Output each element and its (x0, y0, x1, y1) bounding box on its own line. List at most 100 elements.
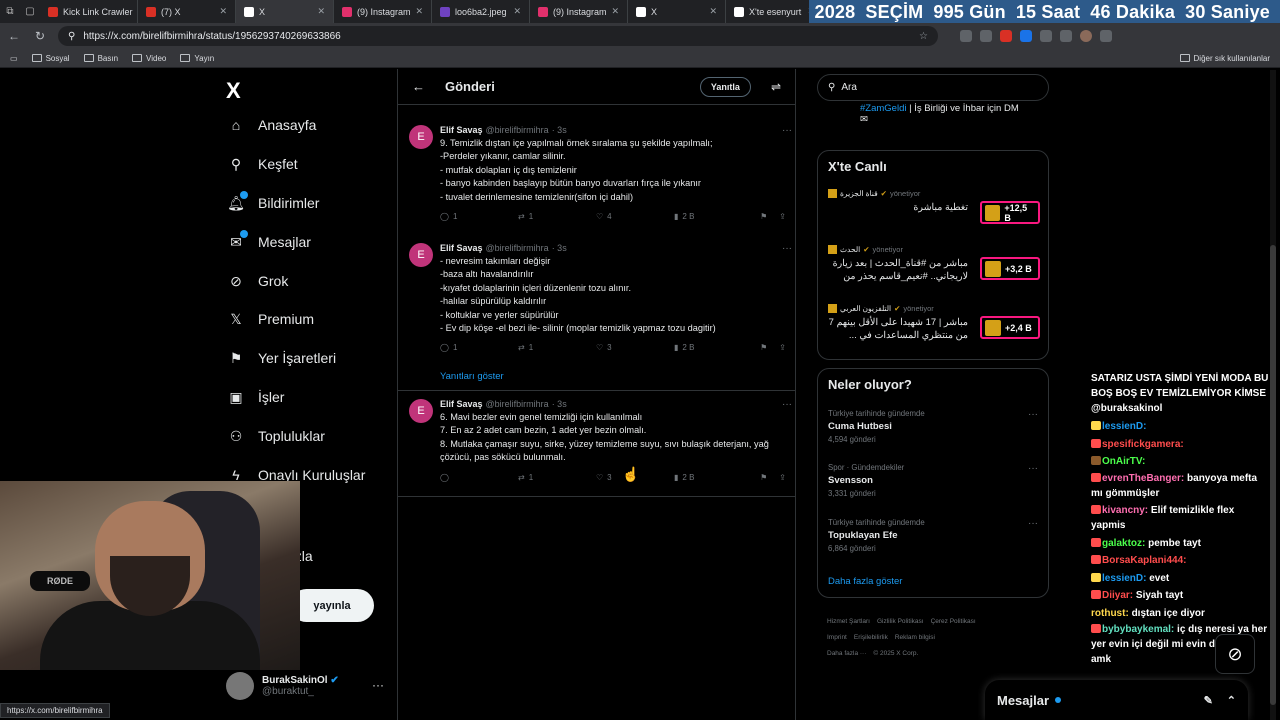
views-action[interactable]: ▮ 2 B (674, 343, 752, 352)
views-action[interactable]: ▮ 2 B (674, 212, 752, 221)
trend-more-icon[interactable]: ··· (1028, 463, 1038, 474)
footer-link[interactable]: © 2025 X Corp. (873, 650, 918, 657)
bookmark-folder[interactable]: Video (132, 54, 166, 63)
back-arrow-icon[interactable]: ← (412, 79, 425, 94)
grok-icon[interactable]: ⊘ (1215, 634, 1255, 674)
nav-item-6[interactable]: 𝕏 Premium (228, 311, 314, 328)
profile-avatar-icon[interactable] (1080, 30, 1092, 42)
tweet-avatar[interactable]: E (409, 125, 433, 149)
reload-icon[interactable]: ↻ (32, 29, 48, 43)
footer-link[interactable]: Gizlilik Politikası (877, 618, 924, 625)
x-logo-icon[interactable]: X (226, 78, 241, 104)
extension-icon[interactable] (1040, 30, 1052, 42)
browser-tab[interactable]: (7) X ✕ (138, 0, 236, 23)
nav-item-4[interactable]: ✉ Mesajlar (228, 230, 311, 250)
share-icon[interactable]: ⇪ (779, 473, 786, 482)
browser-tab[interactable]: loo6ba2.jpeg ✕ (432, 0, 530, 23)
url-field[interactable]: ⚲ https://x.com/birelifbirmihra/status/1… (58, 26, 938, 46)
account-switcher[interactable]: BurakSakinOl ✔ @buraktut_ (226, 672, 339, 700)
browser-tab[interactable]: X ✕ (236, 0, 334, 23)
bookmark-icon[interactable]: ⚑ (760, 343, 767, 352)
expand-icon[interactable]: ⌃ (1227, 694, 1236, 707)
tweet-author-name[interactable]: Elif Savaş (440, 243, 483, 253)
footer-link[interactable]: Imprint (827, 634, 847, 641)
browser-tab[interactable]: Kick Link Crawler ✕ (40, 0, 138, 23)
bookmark-star-icon[interactable]: ☆ (919, 31, 928, 42)
messages-drawer[interactable]: Mesajlar ✎ ⌃ (985, 680, 1248, 720)
extension-icon[interactable] (1020, 30, 1032, 42)
trend-more-icon[interactable]: ··· (1028, 409, 1038, 420)
repost-action[interactable]: ⇄ 1 (518, 343, 596, 352)
reply-action[interactable]: ◯ 1 (440, 212, 518, 221)
browser-tab[interactable]: (9) Instagram ✕ (530, 0, 628, 23)
promo-hashtag[interactable]: #ZamGeldi (860, 103, 906, 114)
live-listeners-badge[interactable]: +12,5 B (980, 201, 1040, 224)
nav-item-3[interactable]: 🔔︎ Bildirimler (227, 191, 319, 211)
extension-icon[interactable] (960, 30, 972, 42)
scrollbar-thumb[interactable] (1270, 245, 1276, 705)
reply-action[interactable]: ◯ (440, 473, 518, 482)
bookmark-folder[interactable]: Yayın (180, 54, 214, 63)
footer-link[interactable]: Erişilebilirlik (854, 634, 888, 641)
extension-icon[interactable] (980, 30, 992, 42)
live-item[interactable]: قناة الجزيرة ✔ yönetiyor تغطية مباشرة +12,… (828, 189, 1040, 224)
bookmark-folder[interactable]: Basın (83, 54, 118, 63)
repost-action[interactable]: ⇄ 1 (518, 212, 596, 221)
extension-icon[interactable] (1060, 30, 1072, 42)
sort-settings-icon[interactable]: ⇌ (771, 80, 781, 94)
nav-item-5[interactable]: ⊘ Grok (228, 273, 288, 290)
show-more-link[interactable]: Daha fazla göster (828, 576, 902, 587)
tweet-author-handle[interactable]: @birelifbirmihra (486, 125, 549, 135)
reply-button[interactable]: Yanıtla (699, 76, 751, 97)
tweet-avatar[interactable]: E (409, 399, 433, 423)
share-icon[interactable]: ⇪ (779, 212, 786, 221)
bookmark-icon[interactable]: ⚑ (760, 212, 767, 221)
extension-icon[interactable] (1000, 30, 1012, 42)
nav-item-8[interactable]: ▣ İşler (228, 389, 284, 406)
tweet-avatar[interactable]: E (409, 243, 433, 267)
close-tab-icon[interactable]: ✕ (317, 6, 325, 17)
nav-item-2[interactable]: ⚲ Keşfet (228, 156, 298, 173)
site-info-icon[interactable]: ⚲ (68, 31, 75, 42)
close-tab-icon[interactable]: ✕ (709, 6, 717, 17)
post-button[interactable]: yayınla (290, 589, 374, 622)
tweet-time[interactable]: · 3s (552, 243, 567, 253)
bookmark-icon[interactable]: ⚑ (760, 473, 767, 482)
close-tab-icon[interactable]: ✕ (219, 6, 227, 17)
tweet-time[interactable]: · 3s (552, 125, 567, 135)
tweet-author-name[interactable]: Elif Savaş (440, 125, 483, 135)
tweet-more-icon[interactable]: ··· (782, 399, 792, 410)
close-tab-icon[interactable]: ✕ (513, 6, 521, 17)
tweet-more-icon[interactable]: ··· (782, 243, 792, 254)
reply-action[interactable]: ◯ 1 (440, 343, 518, 352)
views-action[interactable]: ▮ 2 B (674, 473, 752, 482)
other-bookmarks[interactable]: Diğer sık kullanılanlar (1179, 54, 1270, 63)
tweet-more-icon[interactable]: ··· (782, 125, 792, 136)
footer-link[interactable]: Daha fazla ··· (827, 650, 866, 657)
tweet-author-handle[interactable]: @birelifbirmihra (486, 399, 549, 409)
footer-link[interactable]: Reklam bilgisi (895, 634, 935, 641)
nav-item-9[interactable]: ⚇ Topluluklar (228, 428, 325, 445)
live-item[interactable]: الحدث ✔ yönetiyor مباشر من #قناة_الحدث | ب… (828, 245, 1040, 283)
close-tab-icon[interactable]: ✕ (416, 6, 424, 17)
browser-tab[interactable]: X ✕ (628, 0, 726, 23)
browser-tab[interactable]: (9) Instagram ✕ (334, 0, 432, 23)
more-options-icon[interactable]: ··· (372, 678, 384, 692)
like-action[interactable]: ♡ 4 (596, 212, 674, 221)
close-tab-icon[interactable]: ✕ (612, 6, 620, 17)
tab-actions-icon[interactable]: ⧉ (0, 0, 20, 23)
show-replies-link[interactable]: Yanıtları göster (440, 371, 504, 382)
trend-item[interactable]: Spor · Gündemdekiler Svensson 3,331 gönd… (828, 463, 1040, 498)
search-box[interactable]: ⚲ Ara (817, 74, 1049, 101)
bookmark-folder[interactable]: Sosyal (31, 54, 70, 63)
nav-item-7[interactable]: ⚑ Yer İşaretleri (228, 350, 336, 367)
trend-item[interactable]: Türkiye tarihinde gündemde Cuma Hutbesi … (828, 409, 1040, 444)
search-input[interactable]: Ara (841, 82, 857, 93)
settings-menu-icon[interactable] (1100, 30, 1112, 42)
new-message-icon[interactable]: ✎ (1204, 694, 1213, 707)
footer-link[interactable]: Çerez Politikası (931, 618, 976, 625)
back-icon[interactable]: ← (6, 29, 22, 43)
footer-link[interactable]: Hizmet Şartları (827, 618, 870, 625)
live-item[interactable]: التلفزيون العربي ✔ yönetiyor مباشر | 17 شه… (828, 304, 1040, 342)
repost-action[interactable]: ⇄ 1 (518, 473, 596, 482)
